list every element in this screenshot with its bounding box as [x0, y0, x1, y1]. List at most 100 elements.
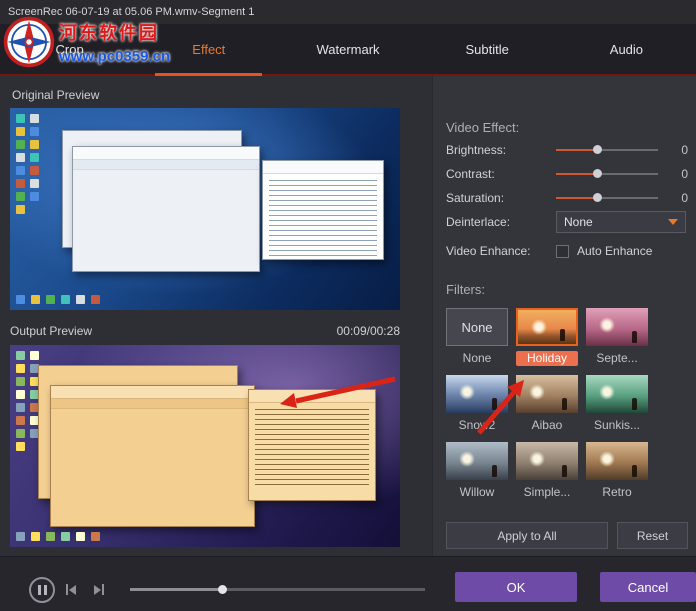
skip-end-icon — [102, 584, 104, 595]
slider-knob[interactable] — [592, 145, 602, 154]
slider-fill — [556, 197, 597, 199]
window-titlebar-strip — [249, 390, 375, 403]
pause-icon — [37, 585, 41, 595]
output-preview-header: Output Preview 00:09/00:28 — [10, 324, 400, 338]
tab-audio[interactable]: Audio — [557, 24, 696, 74]
filter-item-aibao[interactable]: Aibao — [516, 375, 578, 433]
contrast-row: Contrast: 0 — [446, 166, 688, 182]
desktop-icons — [16, 351, 25, 360]
desktop-icons-bottom — [16, 532, 25, 541]
brightness-value: 0 — [681, 143, 688, 157]
desktop-icons-bottom — [16, 295, 25, 304]
reset-button[interactable]: Reset — [617, 522, 688, 549]
skip-start-icon — [66, 584, 68, 595]
original-preview-label: Original Preview — [12, 88, 100, 102]
filters-title: Filters: — [446, 282, 485, 297]
time-display: 00:09/00:28 — [336, 324, 400, 338]
window-titlebar-strip — [73, 147, 259, 160]
saturation-label: Saturation: — [446, 191, 505, 205]
text-lines — [255, 409, 369, 485]
filter-label: Septe... — [596, 351, 638, 365]
video-enhance-label: Video Enhance: — [446, 244, 531, 258]
window-addressbar-strip — [51, 399, 254, 409]
apply-to-all-button[interactable]: Apply to All — [446, 522, 608, 549]
text-window — [262, 160, 384, 260]
window-body — [51, 409, 254, 421]
auto-enhance-checkbox[interactable] — [556, 244, 569, 258]
window-titlebar-strip — [263, 161, 383, 174]
brightness-row: Brightness: 0 — [446, 142, 688, 158]
cancel-button[interactable]: Cancel — [600, 572, 696, 602]
text-window — [248, 389, 376, 501]
seek-knob[interactable] — [218, 585, 227, 594]
explorer-window-front — [50, 385, 255, 527]
filter-item-simple[interactable]: Simple... — [516, 442, 578, 500]
filter-label: Sunkis... — [593, 418, 641, 432]
filter-item-retro[interactable]: Retro — [586, 442, 648, 500]
effect-settings-panel: Video Effect: Brightness: 0 Contrast: 0 … — [432, 76, 696, 556]
filter-thumb-september[interactable] — [586, 308, 648, 346]
filter-grid: None None Holiday Septe... Snow2 Aibao S… — [446, 308, 648, 509]
filter-item-september[interactable]: Septe... — [586, 308, 648, 366]
next-frame-button[interactable] — [94, 584, 104, 595]
slider-fill — [556, 173, 597, 175]
tab-bar: Crop Effect Watermark Subtitle Audio — [0, 24, 696, 76]
saturation-value: 0 — [681, 191, 688, 205]
deinterlace-row: Deinterlace: None — [446, 211, 688, 233]
pause-icon — [43, 585, 47, 595]
ok-button[interactable]: OK — [455, 572, 577, 602]
skip-start-icon — [69, 584, 76, 595]
video-effect-title: Video Effect: — [446, 120, 520, 135]
explorer-window-front — [72, 146, 260, 272]
filter-thumb-snow2[interactable] — [446, 375, 508, 413]
slider-knob[interactable] — [592, 193, 602, 202]
output-preview-label: Output Preview — [10, 324, 93, 338]
filter-thumb-willow[interactable] — [446, 442, 508, 480]
seek-slider[interactable] — [130, 585, 425, 594]
filter-thumb-aibao[interactable] — [516, 375, 578, 413]
filter-thumb-retro[interactable] — [586, 442, 648, 480]
filter-thumb-simple[interactable] — [516, 442, 578, 480]
previous-frame-button[interactable] — [66, 584, 76, 595]
filter-label: Retro — [602, 485, 632, 499]
auto-enhance-label: Auto Enhance — [577, 244, 653, 258]
brightness-label: Brightness: — [446, 143, 507, 157]
brightness-slider[interactable] — [556, 145, 658, 154]
chevron-down-icon — [668, 219, 678, 225]
saturation-slider[interactable] — [556, 193, 658, 202]
window-title: ScreenRec 06-07-19 at 05.06 PM.wmv-Segme… — [0, 0, 696, 24]
contrast-slider[interactable] — [556, 169, 658, 178]
original-preview — [10, 108, 400, 310]
filter-item-none[interactable]: None None — [446, 308, 508, 366]
filter-label-selected: Holiday — [516, 351, 578, 366]
window-body — [73, 170, 259, 182]
filter-item-sunkissed[interactable]: Sunkis... — [586, 375, 648, 433]
window-addressbar-strip — [73, 160, 259, 170]
playback-bar: OK Cancel — [0, 556, 696, 611]
window-titlebar-strip — [51, 386, 254, 399]
tab-watermark[interactable]: Watermark — [278, 24, 417, 74]
pause-button[interactable] — [29, 577, 55, 603]
tab-effect[interactable]: Effect — [139, 24, 278, 76]
slider-knob[interactable] — [592, 169, 602, 178]
contrast-value: 0 — [681, 167, 688, 181]
saturation-row: Saturation: 0 — [446, 190, 688, 206]
tab-crop[interactable]: Crop — [0, 24, 139, 74]
filter-thumb-holiday-selected[interactable] — [516, 308, 578, 346]
deinterlace-label: Deinterlace: — [446, 215, 511, 229]
filter-item-snow2[interactable]: Snow2 — [446, 375, 508, 433]
filter-label: Willow — [459, 485, 495, 499]
tab-subtitle[interactable]: Subtitle — [418, 24, 557, 74]
deinterlace-select[interactable]: None — [556, 211, 686, 233]
filter-label: Snow2 — [458, 418, 496, 432]
filter-thumb-none[interactable]: None — [446, 308, 508, 346]
deinterlace-selected-value: None — [564, 215, 593, 229]
text-lines — [269, 180, 377, 256]
filter-item-holiday[interactable]: Holiday — [516, 308, 578, 366]
video-enhance-row: Video Enhance: Auto Enhance — [446, 244, 688, 258]
filter-item-willow[interactable]: Willow — [446, 442, 508, 500]
slider-fill — [556, 149, 597, 151]
app-window: ScreenRec 06-07-19 at 05.06 PM.wmv-Segme… — [0, 0, 696, 611]
none-thumb-text: None — [461, 319, 493, 335]
filter-thumb-sunkissed[interactable] — [586, 375, 648, 413]
